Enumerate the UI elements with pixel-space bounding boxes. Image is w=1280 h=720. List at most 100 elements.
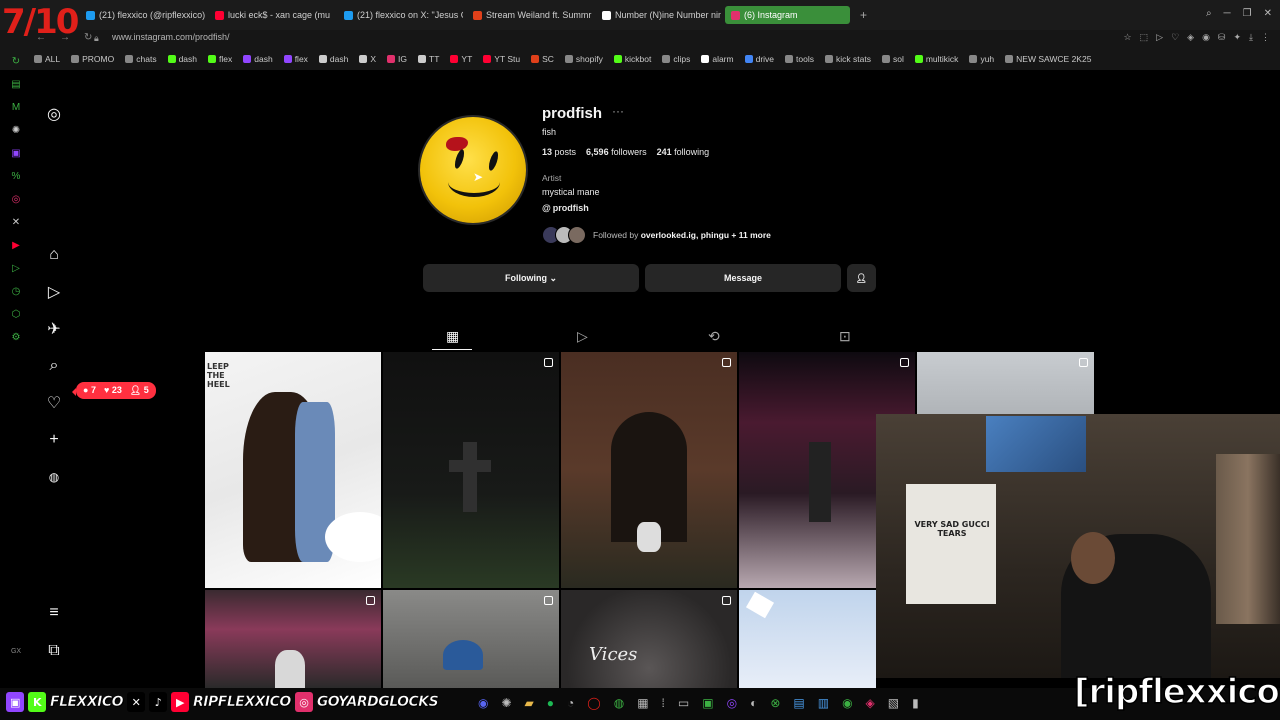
bookmark-item[interactable]: TT — [418, 54, 439, 64]
notifications-heart-icon[interactable]: ♡ — [47, 384, 61, 421]
bookmark-item[interactable]: dash — [318, 54, 348, 64]
lock-icon[interactable]: 🔒︎ — [94, 33, 99, 44]
maximize-icon[interactable]: ❐ — [1243, 8, 1252, 19]
posts-count[interactable]: 13 posts — [542, 147, 576, 157]
bookmark-item[interactable]: tools — [785, 54, 814, 64]
options-icon[interactable]: ··· — [612, 104, 624, 118]
sidebar-clock-icon[interactable]: ◷ — [12, 286, 21, 297]
post-thumbnail[interactable] — [561, 352, 737, 588]
app-icon[interactable]: ⁞ — [662, 696, 665, 710]
create-icon[interactable]: + — [49, 421, 58, 458]
app-icon[interactable]: ▤ — [793, 696, 804, 710]
browser-tab[interactable]: Stream Weiland ft. Summr — [467, 6, 592, 24]
tab-reposts-icon[interactable]: ⟲ — [708, 328, 720, 345]
bookmark-item[interactable]: dash — [243, 54, 273, 64]
bookmark-item[interactable]: shopify — [564, 54, 603, 64]
sidebar-app-icon[interactable]: ⬡ — [12, 309, 21, 320]
app-icon[interactable]: ◍ — [614, 696, 624, 710]
bookmark-item[interactable]: chats — [125, 54, 157, 64]
extension-icon[interactable]: ◉ — [1202, 32, 1210, 43]
app-icon[interactable]: ◎ — [727, 696, 737, 710]
bookmark-item[interactable]: NEW SAWCE 2K25 — [1005, 54, 1091, 64]
sidebar-x-icon[interactable]: ✕ — [12, 217, 20, 228]
sidebar-twitch-icon[interactable]: ▣ — [11, 148, 20, 159]
suggested-users-button[interactable]: 👤︎ — [847, 264, 876, 292]
play-icon[interactable]: ▷ — [1156, 32, 1163, 43]
instagram-logo-icon[interactable]: ◎ — [47, 95, 61, 132]
sidebar-refresh-icon[interactable]: ↻ — [12, 56, 20, 67]
reels-icon[interactable]: ▷ — [48, 273, 60, 310]
sidebar-play-icon[interactable]: ▷ — [12, 263, 20, 274]
bookmark-item[interactable]: ALL — [34, 54, 60, 64]
download-icon[interactable]: ⤓ — [1249, 32, 1253, 43]
bookmark-item[interactable]: kick stats — [825, 54, 871, 64]
browser-tab[interactable]: lucki eck$ - xan cage (mu — [209, 6, 334, 24]
opera-gx-icon[interactable]: ◯ — [587, 696, 600, 710]
minimize-icon[interactable]: ─ — [1224, 8, 1231, 19]
app-icon[interactable]: ▮ — [912, 696, 919, 710]
more-menu-icon[interactable]: ≡ — [49, 604, 58, 622]
bookmark-item[interactable]: multikick — [914, 54, 958, 64]
post-thumbnail[interactable]: Vices — [561, 590, 737, 688]
bookmark-item[interactable]: X — [359, 54, 376, 64]
sidebar-chatgpt-icon[interactable]: ✺ — [12, 125, 20, 136]
bookmark-item[interactable]: YT Stu — [483, 54, 520, 64]
app-icon[interactable]: ◈ — [866, 696, 875, 710]
extension-icon[interactable]: ◈ — [1187, 32, 1194, 43]
sidebar-instagram-icon[interactable]: ◎ — [12, 194, 21, 205]
tab-tagged-icon[interactable]: ⊡ — [839, 328, 851, 345]
post-thumbnail[interactable]: LEEP THE HEEL — [205, 352, 381, 588]
puzzle-icon[interactable]: ✦ — [1233, 32, 1241, 43]
followers-count[interactable]: 6,596 followers — [586, 147, 647, 157]
sidebar-settings-icon[interactable]: ⚙ — [12, 332, 21, 343]
bookmark-item[interactable]: sol — [881, 54, 904, 64]
threads-link[interactable]: @ prodfish — [542, 203, 589, 213]
tab-posts-grid-icon[interactable]: ▦ — [446, 328, 459, 345]
post-thumbnail[interactable] — [383, 352, 559, 588]
app-icon[interactable]: ◉ — [842, 696, 852, 710]
bookmark-item[interactable]: dash — [167, 54, 197, 64]
search-tabs-icon[interactable]: ⌕ — [1206, 8, 1212, 19]
bookmark-item[interactable]: YT — [450, 54, 472, 64]
post-thumbnail[interactable] — [917, 352, 1094, 414]
browser-tab[interactable]: (21) flexxico (@ripflexxico) — [80, 6, 205, 24]
post-thumbnail[interactable] — [205, 590, 381, 688]
tab-reels-icon[interactable]: ▷ — [577, 328, 588, 345]
app-icon[interactable]: ▧ — [888, 696, 899, 710]
spotify-icon[interactable]: ● — [547, 696, 554, 710]
direct-messages-icon[interactable]: ✈ — [47, 310, 60, 347]
bookmark-item[interactable]: PROMO — [71, 54, 114, 64]
bookmark-item[interactable]: clips — [662, 54, 690, 64]
bookmark-star-icon[interactable]: ☆ — [1124, 32, 1132, 43]
new-tab-button[interactable]: + — [860, 6, 867, 24]
folder-icon[interactable]: ▰ — [525, 696, 534, 710]
bookmark-item[interactable]: alarm — [701, 54, 734, 64]
message-button[interactable]: Message — [645, 264, 841, 292]
chatgpt-icon[interactable]: ✺ — [501, 696, 511, 710]
extension-icon[interactable]: ⛁ — [1218, 32, 1226, 43]
sidebar-percent-icon[interactable]: % — [12, 171, 21, 182]
bookmark-item[interactable]: SC — [531, 54, 554, 64]
app-icon[interactable]: ▦ — [637, 696, 648, 710]
menu-icon[interactable]: ⋮ — [1261, 32, 1270, 43]
discord-icon[interactable]: ◉ — [478, 696, 488, 710]
also-from-meta-icon[interactable]: ⧉ — [48, 642, 59, 660]
bookmark-item[interactable]: IG — [387, 54, 407, 64]
bookmark-item[interactable]: flex — [208, 54, 232, 64]
notification-badge[interactable]: ● 7 ♥ 23 👤︎ 5 — [72, 382, 156, 399]
heart-icon[interactable]: ♡ — [1171, 32, 1179, 43]
post-thumbnail[interactable] — [383, 590, 559, 688]
home-icon[interactable]: ⌂ — [49, 236, 59, 273]
screenshot-icon[interactable]: ⬚ — [1140, 32, 1149, 43]
app-icon[interactable]: ▣ — [702, 696, 713, 710]
following-button[interactable]: Following ⌄ — [423, 264, 639, 292]
reload-icon[interactable]: ↻ — [84, 32, 92, 43]
app-icon[interactable]: ◔ — [567, 696, 574, 710]
url-field[interactable]: www.instagram.com/prodfish/ — [112, 32, 230, 42]
bookmark-item[interactable]: kickbot — [613, 54, 651, 64]
profile-avatar-icon[interactable]: ◍ — [49, 458, 59, 495]
bookmark-item[interactable]: yuh — [969, 54, 994, 64]
app-icon[interactable]: ▭ — [678, 696, 689, 710]
app-icon[interactable]: ▥ — [818, 696, 829, 710]
xbox-icon[interactable]: ⊗ — [770, 696, 780, 710]
